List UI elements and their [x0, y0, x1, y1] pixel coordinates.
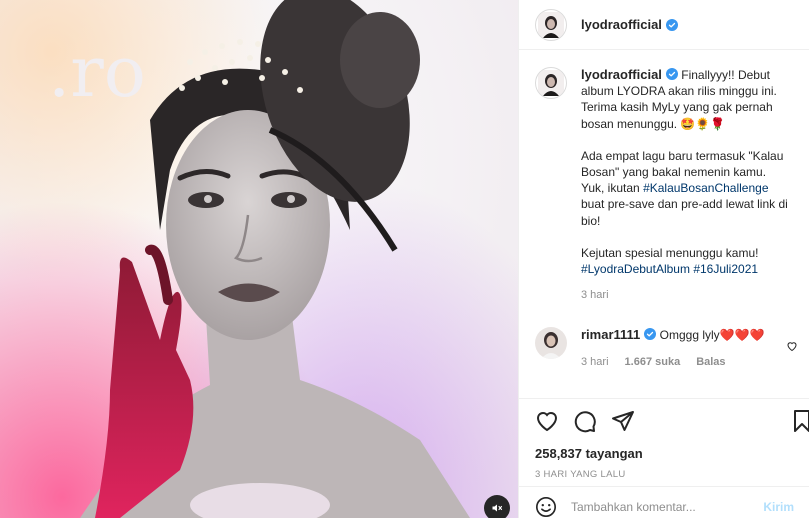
verified-badge-icon — [665, 68, 678, 80]
post-actions: 258,837 tayangan 3 HARI YANG LALU — [519, 398, 809, 480]
view-count[interactable]: 258,837 tayangan — [535, 446, 794, 461]
comment-time[interactable]: 3 hari — [581, 354, 609, 370]
portrait-illustration: .ro — [48, 0, 470, 518]
hashtag-link[interactable]: #LyodraDebutAlbum — [581, 262, 690, 276]
comment-likes[interactable]: 1.667 suka — [625, 354, 681, 370]
heart-icon[interactable] — [786, 340, 798, 352]
comment-paragraph: rimar1111 Omggg lyly❤️❤️❤️ — [581, 327, 791, 343]
svg-text:.ro: .ro — [48, 31, 146, 113]
caption-paragraph-2: Ada empat lagu baru termasuk "Kalau Bosa… — [581, 148, 791, 229]
commenter-avatar[interactable] — [535, 327, 567, 360]
emoji-icon[interactable] — [535, 496, 557, 518]
comment-icon[interactable] — [573, 409, 597, 433]
comments-list[interactable]: lyodraofficial Finallyyy!! Debut album L… — [519, 51, 809, 398]
caption-username[interactable]: lyodraofficial — [581, 67, 662, 82]
comment-meta: 3 hari 1.667 suka Balas — [581, 354, 791, 370]
hashtag-link[interactable]: #KalauBosanChallenge — [643, 181, 768, 195]
comment-input[interactable]: Tambahkan komentar... — [571, 500, 763, 514]
post-date[interactable]: 3 HARI YANG LALU — [535, 469, 794, 480]
send-comment-button[interactable]: Kirim — [763, 500, 794, 514]
verified-badge-icon — [665, 18, 678, 31]
post-modal: .ro lyodraofficial lyodraofficial Finall… — [0, 0, 809, 518]
heart-icon[interactable] — [535, 409, 559, 433]
hashtag-link[interactable]: #16Juli2021 — [693, 262, 758, 276]
post-side-panel: lyodraofficial lyodraofficial Finallyyy!… — [518, 0, 809, 518]
post-header: lyodraofficial — [519, 0, 809, 50]
verified-badge-icon — [644, 328, 657, 341]
caption-text-3: Kejutan spesial menunggu kamu! — [581, 245, 759, 260]
caption-meta: 3 hari — [581, 287, 791, 303]
share-icon[interactable] — [611, 409, 635, 433]
avatar-photo — [538, 11, 564, 38]
add-comment-bar: Tambahkan komentar... Kirim — [519, 486, 809, 518]
avatar-photo — [538, 70, 564, 96]
caption-paragraph-1: lyodraofficial Finallyyy!! Debut album L… — [581, 67, 791, 132]
author-avatar[interactable] — [535, 8, 567, 41]
caption-row: lyodraofficial Finallyyy!! Debut album L… — [535, 67, 794, 303]
action-icons — [535, 409, 794, 433]
caption-paragraph-3: Kejutan spesial menunggu kamu! #LyodraDe… — [581, 245, 791, 277]
caption-text-2-tail: buat pre-save dan pre-add lewat link di … — [581, 197, 788, 228]
speaker-muted-icon — [492, 504, 503, 512]
post-media[interactable]: .ro — [0, 0, 518, 518]
caption-time[interactable]: 3 hari — [581, 287, 609, 303]
caption-avatar[interactable] — [535, 67, 567, 99]
comment-text: Omggg lyly❤️❤️❤️ — [659, 328, 765, 343]
comment-body: rimar1111 Omggg lyly❤️❤️❤️ 3 hari 1.667 … — [581, 327, 791, 369]
reply-button[interactable]: Balas — [696, 354, 725, 370]
caption-body: lyodraofficial Finallyyy!! Debut album L… — [581, 67, 791, 303]
avatar-photo — [535, 327, 567, 360]
author-username[interactable]: lyodraofficial — [581, 17, 662, 32]
mute-button[interactable] — [484, 495, 510, 518]
bookmark-icon[interactable] — [790, 409, 809, 433]
comment-row: rimar1111 Omggg lyly❤️❤️❤️ 3 hari 1.667 … — [535, 327, 794, 369]
comment-username[interactable]: rimar1111 — [581, 327, 640, 342]
